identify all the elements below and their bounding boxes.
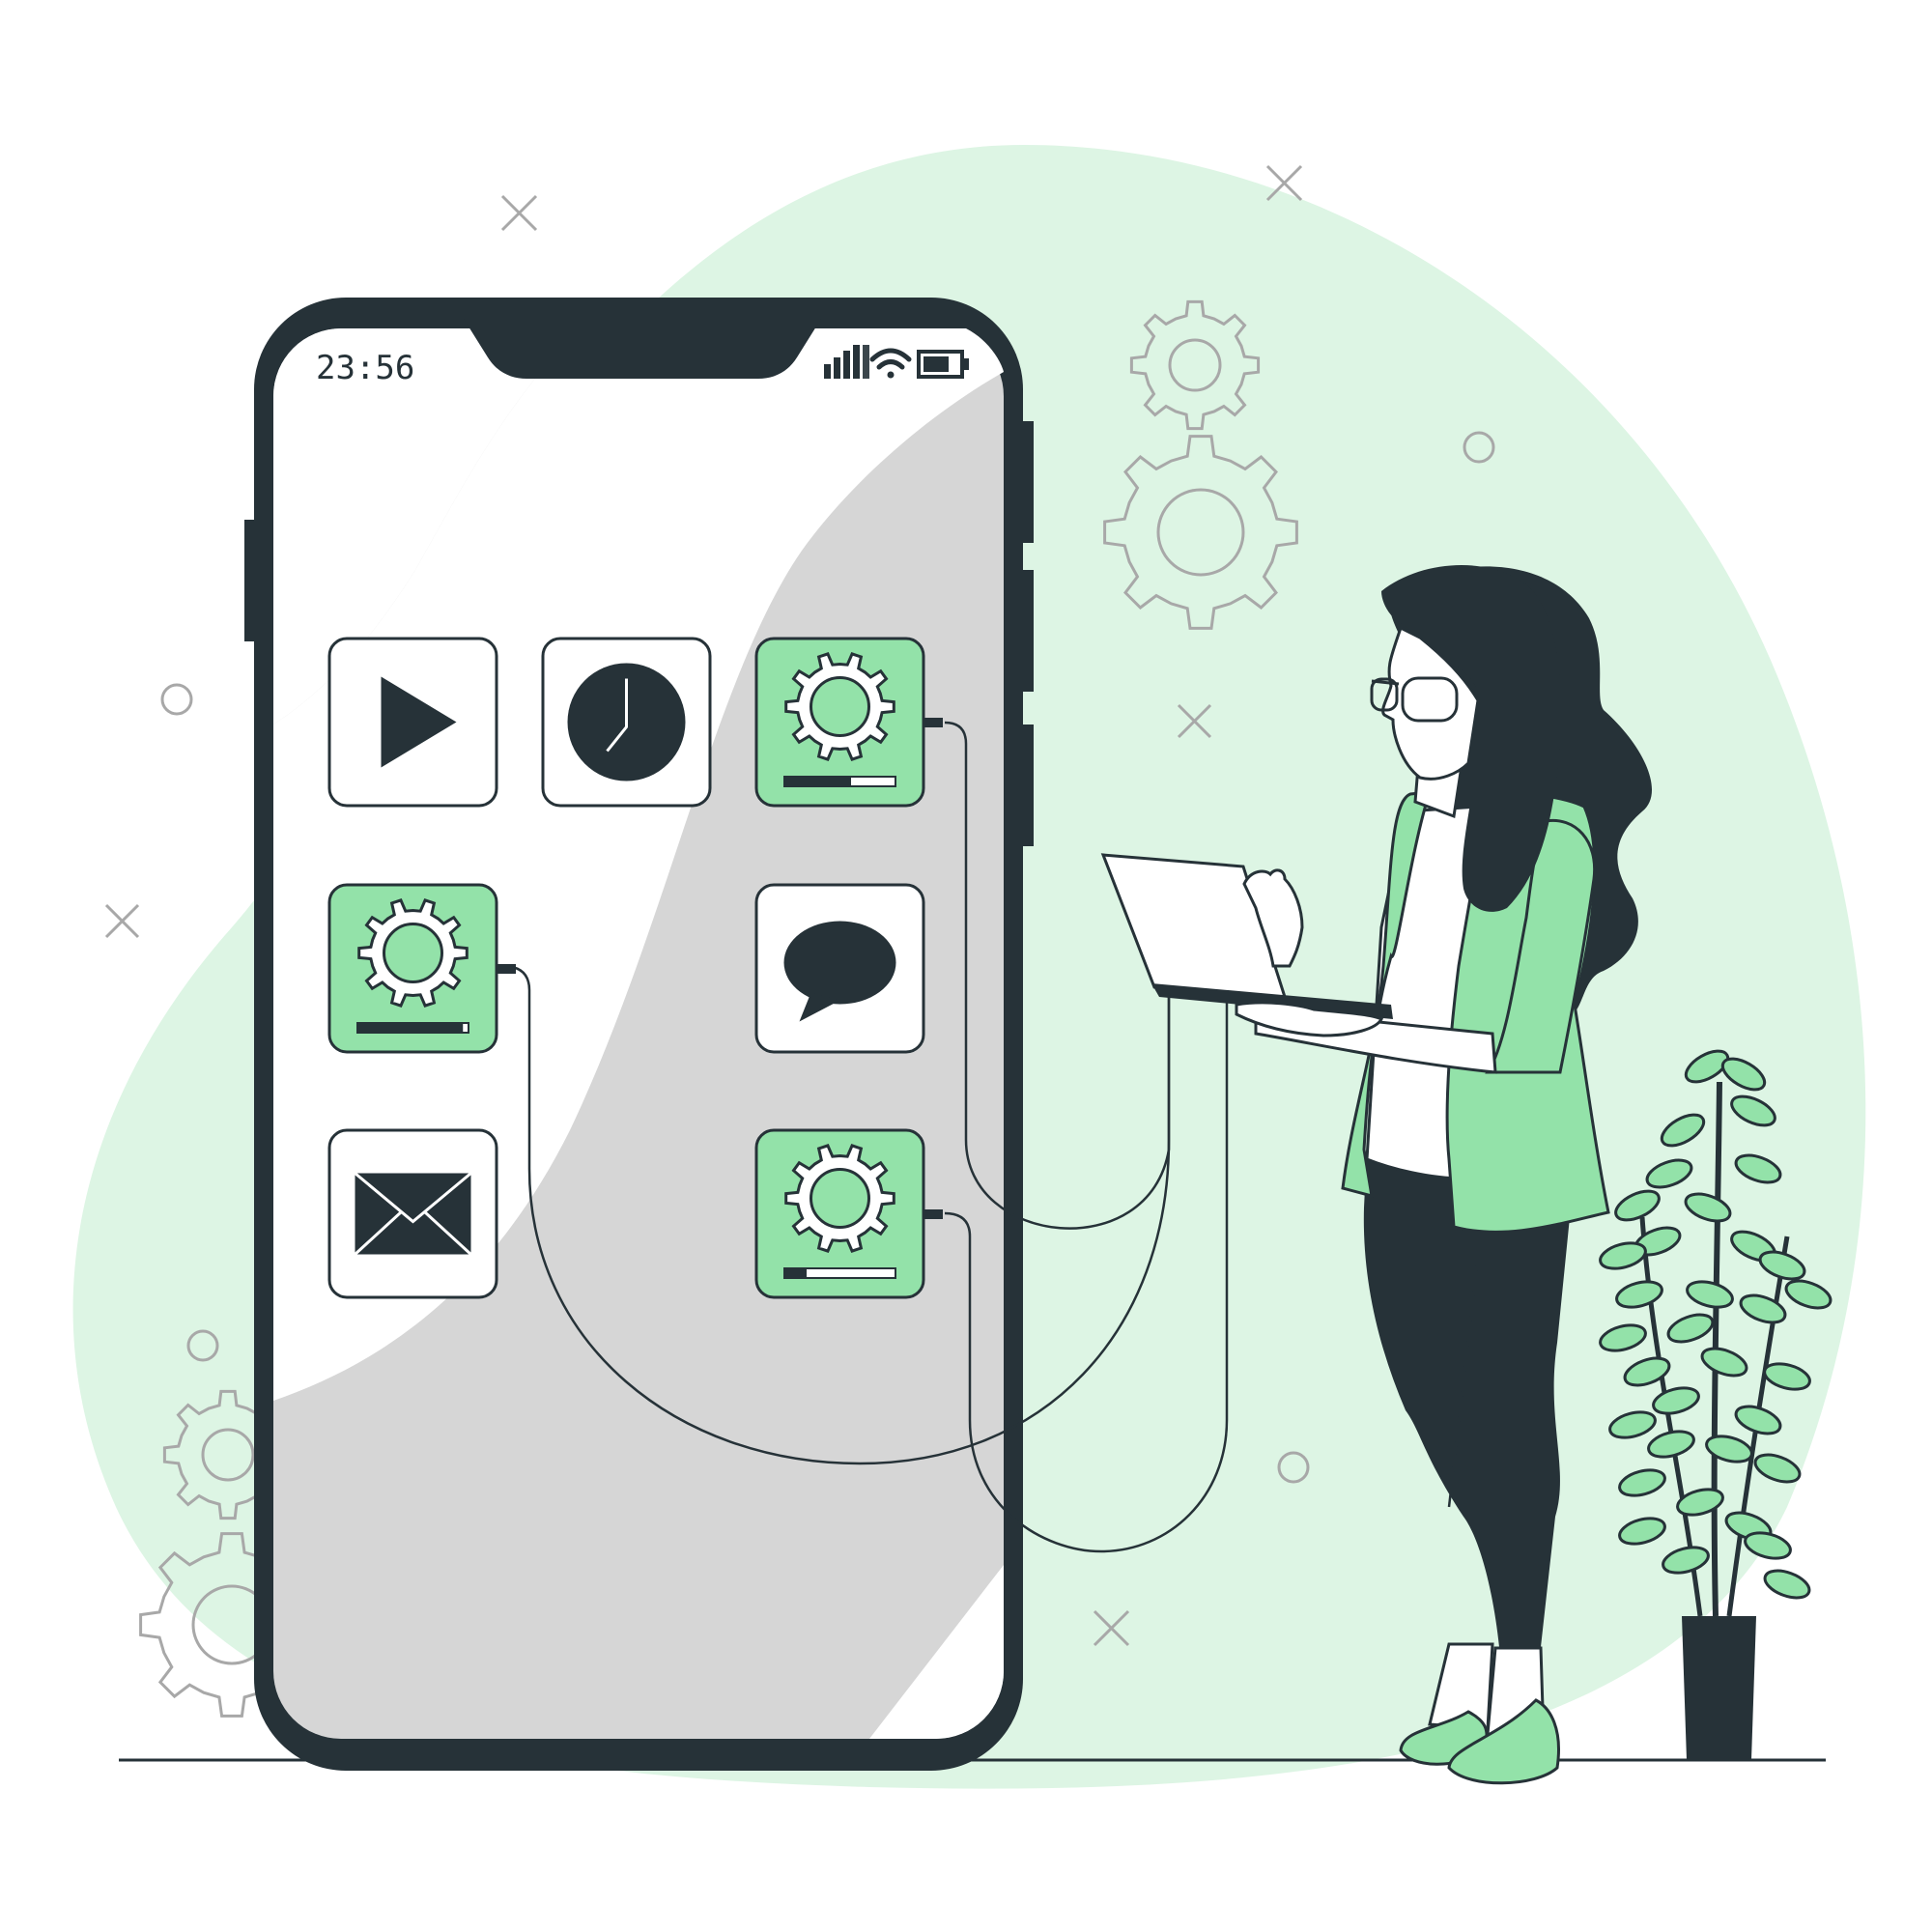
- cable-connector: [497, 964, 516, 974]
- plant-pot: [1682, 1616, 1756, 1760]
- decor-cross-icon: [500, 194, 538, 232]
- app-icon-settings-bottom[interactable]: [754, 1128, 943, 1299]
- plant-leaf: [1763, 1569, 1811, 1600]
- progress-fill: [784, 1268, 807, 1278]
- cable-connector: [923, 718, 943, 727]
- status-time: 23:56: [316, 349, 414, 387]
- cable-connector: [923, 1209, 943, 1219]
- phone-notch: [464, 319, 821, 379]
- app-icon-play[interactable]: [327, 637, 498, 808]
- progress-fill: [357, 1023, 464, 1033]
- app-icon-clock[interactable]: [541, 637, 712, 808]
- progress-fill: [784, 777, 851, 786]
- envelope-icon: [354, 1172, 472, 1256]
- progress-bar: [783, 1267, 896, 1279]
- progress-bar: [783, 776, 896, 787]
- app-icon-settings-mid[interactable]: [327, 883, 516, 1054]
- clock-icon: [567, 663, 686, 781]
- decor-circle-icon: [160, 683, 193, 716]
- app-icon-chat[interactable]: [754, 883, 925, 1054]
- progress-bar: [356, 1022, 469, 1034]
- illustration-canvas: 23:56: [72, 145, 1866, 1789]
- app-icon-settings-top[interactable]: [754, 637, 943, 808]
- app-icon-mail[interactable]: [327, 1128, 498, 1299]
- decor-cross-icon: [104, 903, 140, 939]
